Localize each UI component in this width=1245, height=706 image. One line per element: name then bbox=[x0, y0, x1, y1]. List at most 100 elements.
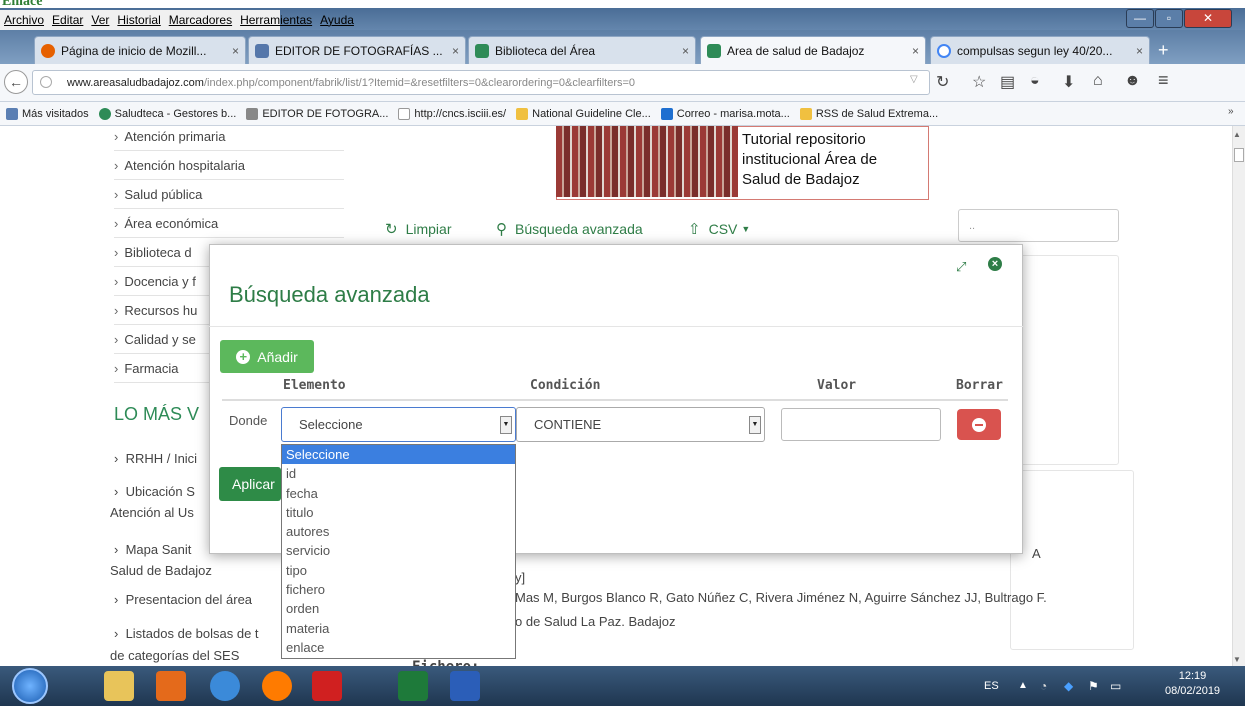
tab-area-salud[interactable]: Area de salud de Badajoz × bbox=[700, 36, 926, 64]
start-button[interactable] bbox=[12, 668, 48, 704]
scroll-down-icon[interactable]: ▼ bbox=[1233, 655, 1241, 664]
dropdown-option[interactable]: tipo bbox=[282, 561, 515, 580]
bookmark-star-icon[interactable]: ☆ bbox=[972, 72, 986, 92]
delete-row-button[interactable] bbox=[957, 409, 1001, 440]
link-mapa-sanitario[interactable]: › Mapa Sanit bbox=[114, 542, 191, 557]
sidebar-item-recursos[interactable]: › Recursos hu bbox=[114, 296, 209, 325]
link-listados[interactable]: › Listados de bolsas de t bbox=[114, 626, 282, 641]
dropdown-option[interactable]: enlace bbox=[282, 638, 515, 657]
link-mapa-line2[interactable]: Salud de Badajoz bbox=[110, 563, 212, 578]
chevron-down-icon[interactable]: ▼ bbox=[749, 416, 761, 434]
menu-marcadores[interactable]: Marcadores bbox=[169, 13, 232, 27]
chat-icon[interactable]: ☻ bbox=[1124, 72, 1141, 90]
page-side-icon[interactable] bbox=[1234, 148, 1244, 162]
dropdown-option[interactable]: servicio bbox=[282, 541, 515, 560]
app-icon[interactable] bbox=[210, 671, 240, 701]
dropdown-option[interactable]: fichero bbox=[282, 580, 515, 599]
sync-icon[interactable]: ◆ bbox=[1064, 679, 1073, 693]
dropdown-option[interactable]: orden bbox=[282, 599, 515, 618]
back-arrow-icon[interactable]: ← bbox=[4, 70, 28, 94]
menu-historial[interactable]: Historial bbox=[117, 13, 160, 27]
close-icon[interactable]: × bbox=[988, 257, 1002, 271]
word-icon[interactable] bbox=[450, 671, 480, 701]
menu-ver[interactable]: Ver bbox=[91, 13, 109, 27]
condicion-select[interactable]: CONTIENE ▼ bbox=[516, 407, 765, 442]
tab-compulsas[interactable]: compulsas segun ley 40/20... × bbox=[930, 36, 1150, 64]
tab-mozilla[interactable]: Página de inicio de Mozill... × bbox=[34, 36, 246, 64]
acrobat-icon[interactable] bbox=[312, 671, 342, 701]
close-tab-icon[interactable]: × bbox=[452, 44, 459, 58]
sidebar-item-farmacia[interactable]: › Farmacia bbox=[114, 354, 209, 383]
tab-biblioteca[interactable]: Biblioteca del Área × bbox=[468, 36, 696, 64]
link-presentacion[interactable]: › Presentacion del área bbox=[114, 592, 252, 607]
dropdown-option[interactable]: fecha bbox=[282, 484, 515, 503]
download-icon[interactable]: ⬇ bbox=[1062, 72, 1075, 92]
busqueda-avanzada-button[interactable]: ⚲ Búsqueda avanzada bbox=[496, 220, 643, 238]
flag-icon[interactable]: ⚑ bbox=[1088, 679, 1099, 693]
maximize-button[interactable]: ▫ bbox=[1155, 9, 1183, 28]
tray-up-icon[interactable]: ▲ bbox=[1018, 680, 1028, 691]
menu-ayuda[interactable]: Ayuda bbox=[320, 13, 354, 27]
explorer-icon[interactable] bbox=[104, 671, 134, 701]
menu-archivo[interactable]: Archivo bbox=[4, 13, 44, 27]
apply-button[interactable]: Aplicar bbox=[219, 467, 281, 501]
url-dropdown-icon[interactable]: ▽ bbox=[910, 74, 918, 85]
sidebar-item-docencia[interactable]: › Docencia y f bbox=[114, 267, 209, 296]
dropdown-option[interactable]: autores bbox=[282, 522, 515, 541]
link-listados-line2[interactable]: de categorías del SES bbox=[110, 648, 239, 663]
menu-herramientas[interactable]: Herramientas bbox=[240, 13, 312, 27]
close-tab-icon[interactable]: × bbox=[232, 44, 239, 58]
bookmark-editor[interactable]: EDITOR DE FOTOGRA... bbox=[246, 107, 388, 120]
site-info-icon[interactable] bbox=[40, 76, 52, 88]
network-icon[interactable]: ◔ bbox=[1040, 679, 1047, 693]
add-button[interactable]: + Añadir bbox=[220, 340, 314, 373]
firefox-icon[interactable] bbox=[262, 671, 292, 701]
sidebar-item-biblioteca[interactable]: › Biblioteca d bbox=[114, 238, 209, 267]
bookmark-correo[interactable]: Correo - marisa.mota... bbox=[660, 107, 790, 120]
reload-icon[interactable]: ↻ bbox=[936, 72, 949, 92]
menu-editar[interactable]: Editar bbox=[52, 13, 83, 27]
sidebar-item-salud-publica[interactable]: › Salud pública bbox=[114, 180, 344, 209]
language-indicator[interactable]: ES bbox=[984, 680, 999, 692]
menu-hamburger-icon[interactable]: ≡ bbox=[1158, 70, 1169, 91]
media-player-icon[interactable] bbox=[156, 671, 186, 701]
close-tab-icon[interactable]: × bbox=[682, 44, 689, 58]
bookmark-mas-visitados[interactable]: Más visitados bbox=[6, 107, 89, 120]
link-ubicacion[interactable]: › Ubicación S bbox=[114, 484, 195, 499]
bookmark-saludteca[interactable]: Saludteca - Gestores b... bbox=[98, 107, 236, 120]
expand-icon[interactable]: ⤢ bbox=[956, 259, 966, 275]
display-icon[interactable]: ▭ bbox=[1110, 679, 1121, 693]
dropdown-option[interactable]: Seleccione bbox=[282, 445, 515, 465]
minimize-button[interactable]: — bbox=[1126, 9, 1154, 28]
page-scrollbar[interactable] bbox=[1232, 126, 1245, 666]
sidebar-item-atencion-hospitalaria[interactable]: › Atención hospitalaria bbox=[114, 151, 344, 180]
pocket-icon[interactable]: ◒ bbox=[1030, 72, 1040, 90]
limpiar-button[interactable]: ↻ Limpiar bbox=[385, 220, 451, 238]
close-window-button[interactable]: ✕ bbox=[1184, 9, 1232, 28]
csv-button[interactable]: ⇧ CSV ▼ bbox=[688, 220, 750, 238]
search-input[interactable]: .. bbox=[958, 209, 1119, 242]
dropdown-option[interactable]: materia bbox=[282, 619, 515, 638]
bookmark-cncs[interactable]: http://cncs.isciii.es/ bbox=[398, 107, 506, 120]
excel-icon[interactable] bbox=[398, 671, 428, 701]
dropdown-option[interactable]: titulo bbox=[282, 503, 515, 522]
bookmarks-list-icon[interactable]: ▤ bbox=[1000, 72, 1015, 92]
close-tab-icon[interactable]: × bbox=[1136, 44, 1143, 58]
bookmark-rss[interactable]: RSS de Salud Extrema... bbox=[799, 107, 938, 120]
sidebar-item-calidad[interactable]: › Calidad y se bbox=[114, 325, 209, 354]
dropdown-option[interactable]: id bbox=[282, 464, 515, 483]
sidebar-item-area-economica[interactable]: › Área económica bbox=[114, 209, 344, 238]
valor-input[interactable] bbox=[781, 408, 941, 441]
link-ubicacion-line2[interactable]: Atención al Us bbox=[110, 505, 194, 520]
new-tab-button[interactable]: + bbox=[1158, 40, 1169, 61]
link-rrhh[interactable]: › RRHH / Inici bbox=[114, 451, 197, 466]
clock[interactable]: 12:19 08/02/2019 bbox=[1165, 669, 1220, 699]
more-bookmarks-icon[interactable]: » bbox=[1228, 106, 1234, 117]
sidebar-item-atencion-primaria[interactable]: › Atención primaria bbox=[114, 122, 344, 151]
close-tab-icon[interactable]: × bbox=[912, 44, 919, 58]
scroll-up-icon[interactable]: ▲ bbox=[1233, 130, 1241, 139]
elemento-select[interactable]: Seleccione ▼ bbox=[281, 407, 516, 442]
home-icon[interactable]: ⌂ bbox=[1093, 72, 1103, 90]
tab-editor-fotografias[interactable]: EDITOR DE FOTOGRAFÍAS ... × bbox=[248, 36, 466, 64]
chevron-down-icon[interactable]: ▼ bbox=[500, 416, 512, 434]
